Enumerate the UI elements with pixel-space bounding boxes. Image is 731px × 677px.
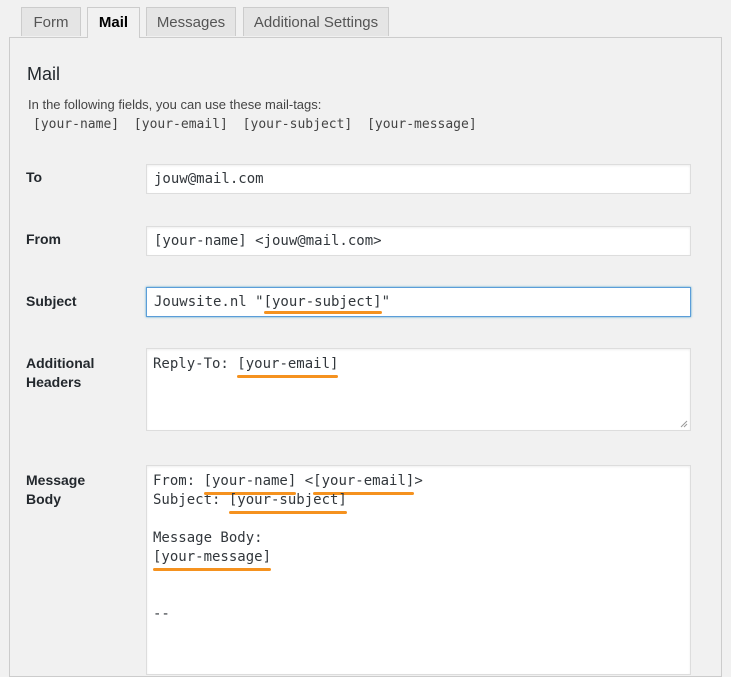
mail-tags-list: [your-name] [your-email] [your-subject] … [33, 117, 484, 132]
additional-headers-label: Additional Headers [26, 354, 94, 392]
from-value: [your-name] <jouw@mail.com> [154, 233, 382, 249]
additional-headers-label-line1: Additional [26, 355, 95, 371]
body-line-7 [153, 586, 684, 605]
body-line1-prefix: From: [153, 473, 204, 489]
mail-tag[interactable]: [your-email] [134, 117, 228, 132]
message-body-label: Message Body [26, 471, 85, 509]
message-body-textarea[interactable]: From: [your-name] <[your-email]> Subject:… [146, 465, 691, 675]
body-tag-email: [your-email] [313, 473, 415, 495]
tab-bar: Form Mail Messages Additional Settings [0, 0, 731, 38]
subject-tag: [your-subject] [263, 294, 382, 314]
from-field[interactable]: [your-name] <jouw@mail.com> [146, 226, 691, 256]
body-line-8: -- [153, 606, 170, 622]
section-title: Mail [27, 64, 61, 84]
message-body-label-line1: Message [26, 472, 86, 488]
body-line-2: Subject: [your-subject] [153, 491, 684, 514]
from-label: From [26, 231, 61, 247]
subject-prefix: Jouwsite.nl " [154, 294, 264, 310]
mail-tags-intro: In the following fields, you can use the… [28, 97, 322, 112]
body-tag-name: [your-name] [203, 473, 297, 495]
body-line-5: [your-message] [153, 548, 684, 571]
mail-tag[interactable]: [your-message] [367, 117, 477, 132]
subject-suffix: " [381, 294, 391, 310]
body-line-4: Message Body: [153, 530, 263, 546]
mail-tag[interactable]: [your-subject] [243, 117, 353, 132]
headers-tag: [your-email] [237, 356, 339, 378]
additional-headers-textarea[interactable]: Reply-To: [your-email] [146, 348, 691, 431]
message-body-label-line2: Body [26, 491, 61, 507]
body-line1-mid: < [296, 473, 314, 489]
body-line-1: From: [your-name] <[your-email]> [153, 472, 684, 495]
to-label: To [26, 169, 43, 185]
tab-messages[interactable]: Messages [146, 7, 236, 36]
additional-headers-label-line2: Headers [26, 374, 82, 390]
subject-field[interactable]: Jouwsite.nl "[your-subject]" [146, 287, 691, 317]
tab-form[interactable]: Form [21, 7, 81, 36]
body-tag-subject: [your-subject] [228, 492, 347, 514]
tab-additional-settings[interactable]: Additional Settings [243, 7, 389, 36]
body-tag-message: [your-message] [153, 549, 272, 571]
tab-mail[interactable]: Mail [87, 7, 140, 38]
headers-prefix: Reply-To: [153, 356, 238, 372]
subject-label: Subject [26, 293, 77, 309]
to-value: jouw@mail.com [154, 171, 264, 187]
mail-tag[interactable]: [your-name] [33, 117, 119, 132]
to-field[interactable]: jouw@mail.com [146, 164, 691, 194]
resize-handle-icon[interactable] [680, 420, 688, 428]
body-line1-suffix: > [414, 473, 423, 489]
